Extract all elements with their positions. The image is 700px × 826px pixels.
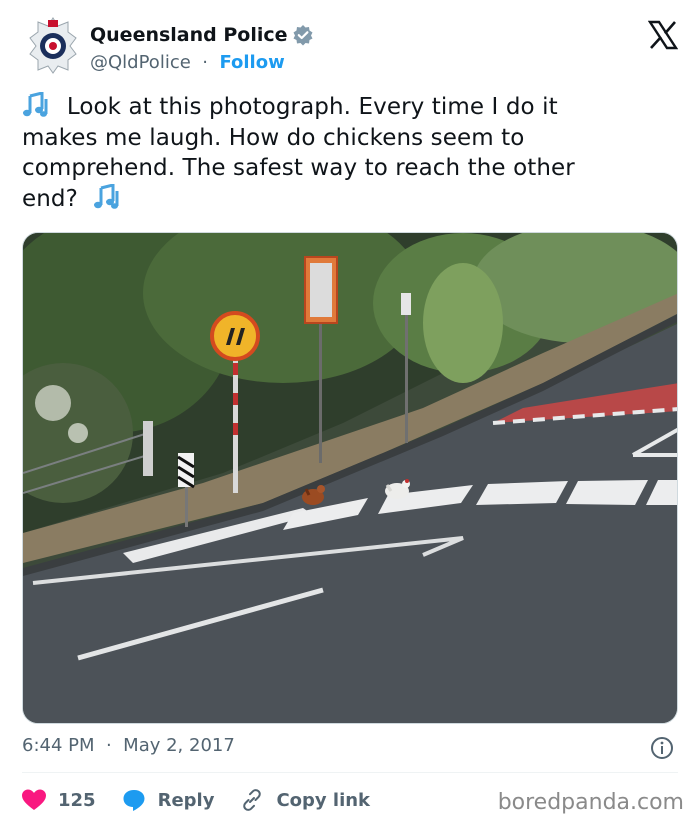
- police-badge-avatar[interactable]: [28, 16, 78, 74]
- tweet-line-3: comprehend. The safest way to reach the …: [22, 155, 575, 181]
- tweet-photo[interactable]: [22, 232, 678, 724]
- copy-link-label: Copy link: [276, 789, 371, 811]
- tweet-actions: 125 Reply Copy link: [22, 786, 396, 814]
- reply-button[interactable]: Reply: [122, 786, 215, 814]
- tweet-line-4: end?: [22, 183, 682, 215]
- like-count: 125: [58, 789, 96, 811]
- divider: [22, 772, 678, 773]
- heart-icon: [22, 789, 46, 810]
- meta-separator: ·: [100, 735, 118, 756]
- tweet-header: Queensland Police @QldPolice · Follow: [22, 14, 682, 78]
- info-icon[interactable]: [650, 736, 674, 760]
- handle-separator: ·: [196, 52, 214, 73]
- reply-label: Reply: [157, 789, 215, 811]
- musical-notes-icon: [23, 92, 48, 117]
- copy-link-button[interactable]: Copy link: [240, 786, 370, 814]
- reply-bubble-icon: [123, 790, 145, 811]
- tweet-line-4-text: end?: [22, 185, 86, 212]
- watermark: boredpanda.com: [497, 790, 684, 815]
- author-name[interactable]: Queensland Police: [90, 24, 288, 46]
- musical-notes-icon: [93, 183, 119, 209]
- tweet-card: Queensland Police @QldPolice · Follow Lo…: [0, 0, 700, 826]
- photo-chickens-crossing: [23, 233, 677, 723]
- tweet-line-1-text: Look at this photograph. Every time I do…: [59, 94, 558, 120]
- tweet-time: 6:44 PM: [22, 735, 95, 756]
- verified-badge-icon: [293, 25, 313, 46]
- author-block: Queensland Police @QldPolice · Follow: [90, 22, 314, 76]
- tweet-line-2: makes me laugh. How do chickens seem to: [22, 124, 525, 151]
- author-handle[interactable]: @QldPolice: [90, 52, 191, 73]
- tweet-date: May 2, 2017: [123, 735, 235, 756]
- tweet-line-1: Look at this photograph. Every time I do…: [22, 92, 682, 123]
- like-button[interactable]: 125: [22, 786, 96, 814]
- tweet-timestamp[interactable]: 6:44 PM · May 2, 2017: [22, 735, 678, 761]
- link-icon: [243, 789, 262, 811]
- follow-button[interactable]: Follow: [219, 52, 284, 73]
- tweet-text: Look at this photograph. Every time I do…: [22, 92, 682, 214]
- x-logo-icon[interactable]: [648, 20, 678, 50]
- handle-row: @QldPolice · Follow: [90, 52, 314, 76]
